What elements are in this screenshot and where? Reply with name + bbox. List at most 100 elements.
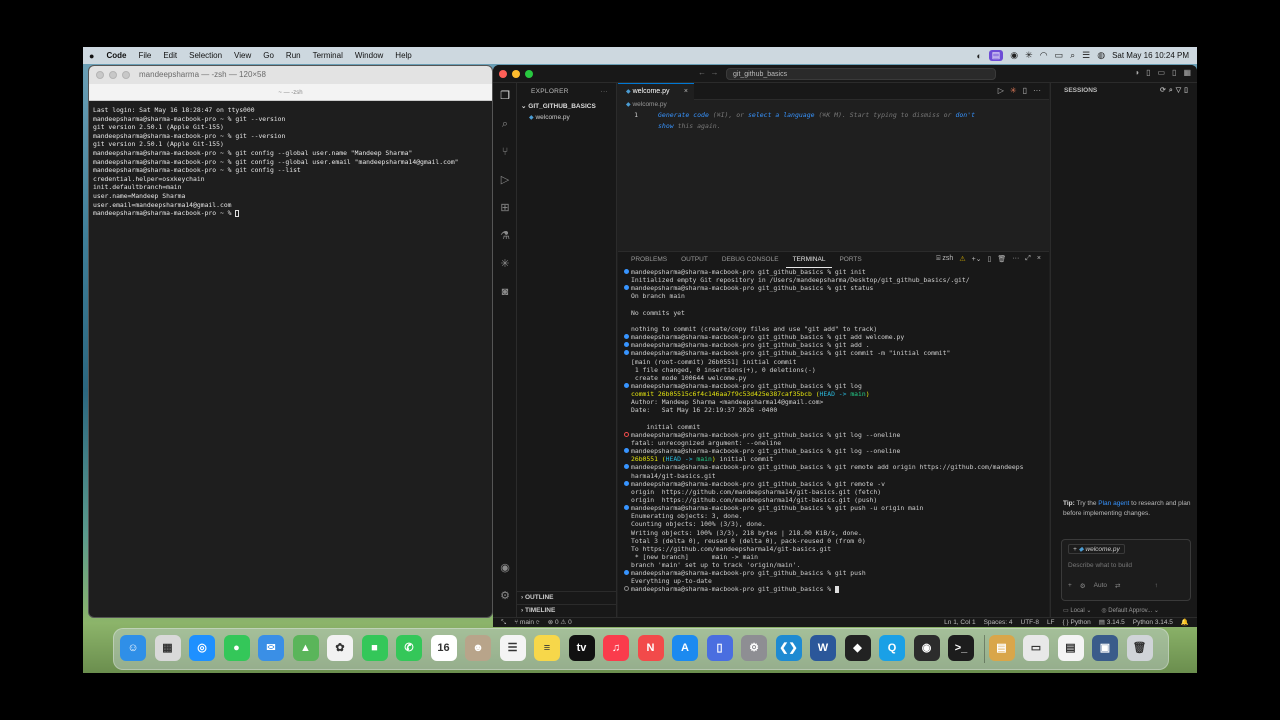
dock-facetime-icon[interactable]: ■ — [361, 635, 388, 661]
battery-icon[interactable]: ▭ — [1055, 50, 1064, 61]
integrated-terminal-output[interactable]: mandeepsharma@sharma-macbook-pro git_git… — [624, 268, 1042, 594]
dock-finder-icon[interactable]: ☺ — [120, 635, 146, 661]
remote-indicator-icon[interactable]: ⤡ — [501, 618, 506, 627]
terminal-output[interactable]: Last login: Sat May 16 18:28:47 on ttys0… — [89, 101, 492, 223]
context-chip[interactable]: + ◆ welcome.py — [1068, 544, 1125, 554]
problems-indicator[interactable]: ⊗ 0 ⚠ 0 — [548, 618, 572, 627]
command-decoration-icon[interactable] — [624, 505, 629, 511]
apple-menu-icon[interactable]: ● — [83, 51, 100, 61]
menu-help[interactable]: Help — [389, 51, 417, 60]
screen-share-icon[interactable]: ◐ — [976, 51, 981, 61]
cursor-position[interactable]: Ln 1, Col 1 — [944, 618, 975, 627]
interpreter[interactable]: Python 3.14.5 — [1133, 618, 1173, 627]
dock-cube-app-icon[interactable]: ◆ — [844, 635, 871, 661]
dock-maps-icon[interactable]: ▲ — [292, 635, 319, 661]
dock-system-settings-icon[interactable]: ⚙ — [741, 635, 767, 661]
maximize-panel-icon[interactable]: ⤢ — [1025, 255, 1031, 263]
command-decoration-icon[interactable] — [624, 334, 629, 340]
approvals-selector[interactable]: ◎ Default Approv... ⌄ — [1101, 607, 1159, 614]
split-editor-icon[interactable]: ▯ — [1023, 86, 1027, 95]
dock-messages-icon[interactable]: ● — [223, 635, 250, 661]
tab-output[interactable]: OUTPUT — [674, 252, 715, 268]
command-decoration-icon[interactable] — [624, 285, 629, 291]
python-version[interactable]: ▤ 3.14.5 — [1099, 618, 1125, 627]
search-icon[interactable]: ⌕ — [498, 117, 512, 131]
dock-document-icon[interactable]: ▤ — [1057, 635, 1084, 661]
dock-music-icon[interactable]: ♫ — [603, 635, 629, 661]
command-decoration-icon[interactable] — [624, 342, 629, 348]
dock-photos-icon[interactable]: ✿ — [327, 635, 353, 661]
chat-input[interactable]: Describe what to build — [1068, 562, 1132, 569]
add-icon[interactable]: + — [1068, 582, 1072, 590]
editor-line[interactable]: show this again. — [618, 121, 1049, 132]
command-decoration-icon[interactable] — [624, 586, 629, 592]
generate-code-link[interactable]: Generate code — [658, 111, 709, 119]
dock-tv-icon[interactable]: tv — [568, 635, 595, 661]
wifi-icon[interactable]: ◠ — [1040, 50, 1048, 61]
copilot-icon[interactable]: ◑ — [1134, 68, 1139, 77]
dock-notes-icon[interactable]: ≡ — [534, 635, 560, 661]
tab-welcome-py[interactable]: ◆ welcome.py × — [618, 83, 694, 100]
timeline-section[interactable]: › TIMELINE — [517, 604, 617, 616]
dock-phone-icon[interactable]: ✆ — [396, 635, 422, 661]
tab-debug-console[interactable]: DEBUG CONSOLE — [715, 252, 786, 268]
local-selector[interactable]: ▭ Local ⌄ — [1063, 607, 1091, 614]
dock-reminders-icon[interactable]: ☰ — [499, 635, 526, 661]
dock-calendar-icon[interactable]: 16 — [430, 635, 457, 661]
tab-ports[interactable]: PORTS — [832, 252, 868, 268]
dock-contacts-icon[interactable]: ☻ — [465, 635, 491, 661]
send-icon[interactable]: ↑ — [1154, 582, 1157, 590]
nav-back-forward-icon[interactable]: ← → — [698, 68, 718, 77]
menu-edit[interactable]: Edit — [157, 51, 183, 60]
encoding[interactable]: UTF-8 — [1021, 618, 1039, 627]
claude-action-icon[interactable]: ✳ — [1010, 86, 1017, 95]
breadcrumb[interactable]: ◆ welcome.py — [618, 100, 1049, 110]
remote-icon[interactable]: ◙ — [498, 285, 512, 299]
menu-terminal[interactable]: Terminal — [307, 51, 349, 60]
file-item-welcome[interactable]: ◆ welcome.py — [517, 112, 616, 124]
minimize-button[interactable] — [109, 71, 117, 79]
tools-icon[interactable]: ⚙ — [1080, 582, 1086, 590]
focus-icon[interactable]: ✳ — [1025, 50, 1033, 61]
dock-safari-icon[interactable]: ◎ — [189, 635, 215, 661]
dont-show-link[interactable]: show — [658, 122, 674, 130]
run-icon[interactable]: ▷ — [998, 86, 1004, 95]
outline-section[interactable]: › OUTLINE — [517, 591, 617, 603]
auto-selector[interactable]: Auto — [1094, 582, 1107, 590]
notifications-icon[interactable]: 🔔 — [1181, 618, 1189, 627]
terminal-tab[interactable]: ~ — -zsh — [89, 84, 492, 101]
vpn-icon[interactable]: ◉ — [1010, 50, 1018, 61]
branch-indicator[interactable]: ⑂ main ⟳ — [514, 618, 540, 627]
close-button[interactable] — [499, 70, 507, 78]
menu-file[interactable]: File — [132, 51, 157, 60]
siri-icon[interactable]: ◍ — [1097, 50, 1105, 61]
settings-gear-icon[interactable]: ⚙ — [498, 589, 512, 603]
dock-trash-icon[interactable]: 🗑 — [1126, 635, 1153, 661]
dock-quick-app-icon[interactable]: Q — [879, 635, 905, 661]
more-actions-icon[interactable]: ··· — [601, 83, 608, 101]
dock-launchpad-icon[interactable]: ▦ — [154, 635, 181, 661]
indentation[interactable]: Spaces: 4 — [984, 618, 1013, 627]
plan-agent-link[interactable]: Plan agent — [1098, 500, 1129, 507]
dock-iphone-mirroring-icon[interactable]: ▯ — [706, 635, 733, 661]
terminal-shell-selector[interactable]: ⌸ zsh — [936, 255, 953, 263]
close-button[interactable] — [96, 71, 104, 79]
dont-show-link[interactable]: don't — [955, 111, 975, 119]
toggle-secondary-icon[interactable]: ▯ — [1172, 68, 1176, 77]
editor-line[interactable]: 1 Generate code (⌘I), or select a langua… — [618, 110, 1049, 121]
extensions-icon[interactable]: ⊞ — [498, 201, 512, 215]
search-icon[interactable]: ⌕ — [1070, 50, 1075, 61]
menu-go[interactable]: Go — [257, 51, 280, 60]
menu-run[interactable]: Run — [280, 51, 307, 60]
claude-icon[interactable]: ✳ — [498, 257, 512, 271]
split-terminal-icon[interactable]: ▯ — [988, 255, 992, 263]
source-control-icon[interactable]: ⑂ — [498, 145, 512, 159]
command-decoration-icon[interactable] — [624, 431, 629, 437]
tab-terminal[interactable]: TERMINAL — [785, 252, 833, 268]
app-menu[interactable]: Code — [100, 51, 132, 60]
layout-icon[interactable]: ▦ — [1183, 68, 1191, 77]
dock-screenshot-icon[interactable]: ▣ — [1092, 635, 1118, 661]
eol[interactable]: LF — [1047, 618, 1055, 627]
run-debug-icon[interactable]: ▷ — [498, 173, 512, 187]
command-decoration-icon[interactable] — [624, 570, 629, 576]
